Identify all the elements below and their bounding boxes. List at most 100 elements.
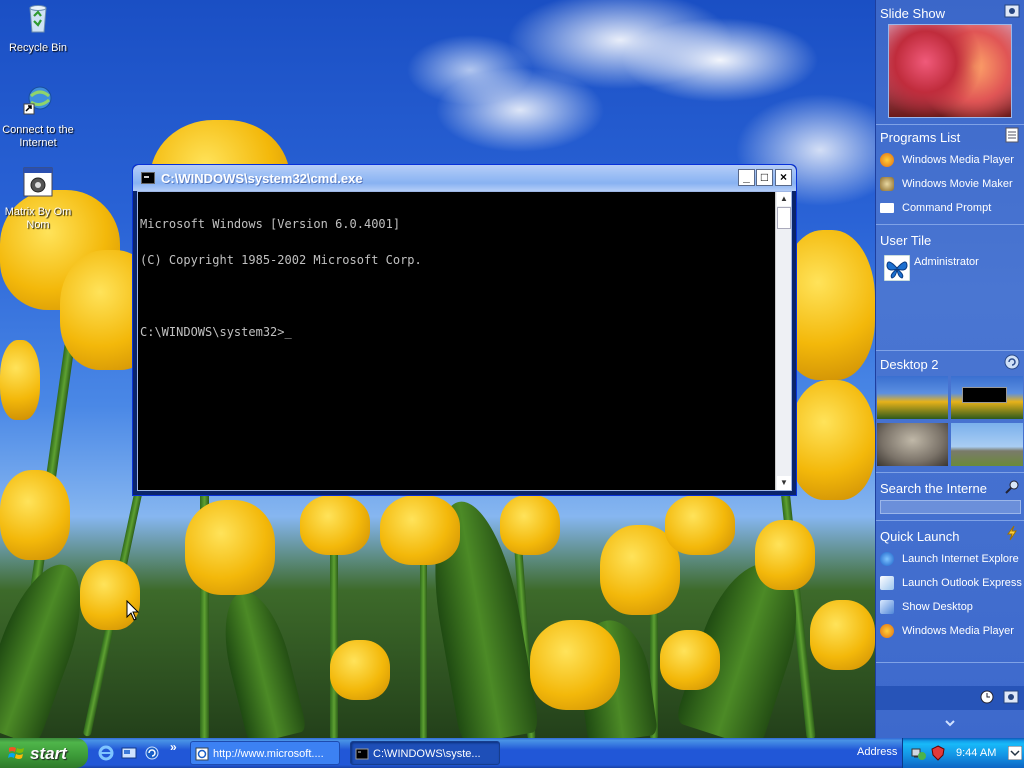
clock[interactable]: 9:44 AM xyxy=(956,747,996,759)
slideshow-image[interactable] xyxy=(888,24,1012,118)
quicklaunch-overflow-chevron[interactable]: » xyxy=(170,740,177,754)
wallpaper-tulip xyxy=(185,500,275,595)
desktop-icon-connect-internet[interactable]: Connect to the Internet xyxy=(0,84,78,150)
wallpaper-tulip xyxy=(665,495,735,555)
chevron-down-icon[interactable] xyxy=(1008,746,1022,760)
wallpaper-tulip xyxy=(380,495,460,565)
scroll-thumb[interactable] xyxy=(777,207,791,229)
taskbar-task-cmd[interactable]: C:\WINDOWS\syste... xyxy=(350,741,500,765)
desktop-switch-icon[interactable] xyxy=(1004,354,1020,370)
console-icon xyxy=(141,172,155,184)
wallpaper-tulip xyxy=(660,630,720,690)
media-player-icon xyxy=(880,624,894,639)
outlook-express-icon xyxy=(880,576,894,591)
tile-divider xyxy=(876,350,1024,351)
tile-title-search: Search the Interne xyxy=(880,481,987,496)
network-icon[interactable] xyxy=(911,745,927,761)
vertical-scrollbar[interactable]: ▲ ▼ xyxy=(775,192,791,490)
application-icon xyxy=(23,167,53,197)
wallpaper-tulip xyxy=(500,495,560,555)
show-desktop-icon xyxy=(880,600,894,615)
maximize-button[interactable]: □ xyxy=(756,169,773,186)
media-player-icon xyxy=(880,153,894,168)
desktop-thumbnail-4[interactable] xyxy=(951,423,1023,466)
close-button[interactable]: × xyxy=(775,169,792,186)
sidebar-options-icon[interactable] xyxy=(1003,689,1019,705)
console-line: Microsoft Windows [Version 6.0.4001] xyxy=(140,217,401,231)
start-button[interactable]: start xyxy=(0,738,88,768)
recycle-bin-icon xyxy=(29,5,47,33)
window-titlebar[interactable]: C:\WINDOWS\system32\cmd.exe _ □ × xyxy=(133,165,796,191)
desktop-thumbnail-1[interactable] xyxy=(877,376,948,419)
clock-icon[interactable] xyxy=(980,690,994,704)
cmd-window[interactable]: C:\WINDOWS\system32\cmd.exe _ □ × Micros… xyxy=(132,164,797,496)
console-output[interactable]: Microsoft Windows [Version 6.0.4001] (C)… xyxy=(140,194,773,488)
internet-explorer-icon xyxy=(880,552,894,567)
windows-explorer-icon[interactable] xyxy=(144,745,160,761)
windows-sidebar: Slide Show Programs List Windows Media P… xyxy=(875,0,1024,738)
taskbar: start » http://www.microsoft.... C:\WIND… xyxy=(0,738,1024,768)
scroll-down-arrow-icon[interactable]: ▼ xyxy=(777,476,791,490)
lightning-icon[interactable] xyxy=(1004,525,1020,541)
user-name[interactable]: Administrator xyxy=(914,256,979,268)
wallpaper-tulip xyxy=(300,495,370,555)
wallpaper-leaf xyxy=(212,584,308,738)
search-input[interactable] xyxy=(880,500,1021,514)
wallpaper-stem xyxy=(420,560,427,738)
search-icon[interactable] xyxy=(1004,479,1020,495)
system-tray: 9:44 AM xyxy=(902,738,1024,768)
quicklaunch-item-outlook[interactable]: Launch Outlook Express xyxy=(880,575,1022,591)
desktop-thumbnail-3[interactable] xyxy=(877,423,948,466)
mouse-cursor-icon xyxy=(126,600,140,621)
tile-title-slideshow: Slide Show xyxy=(880,6,946,21)
tile-title-programs: Programs List xyxy=(880,130,961,145)
slideshow-settings-icon[interactable] xyxy=(1004,3,1020,19)
wallpaper-tulip xyxy=(810,600,875,670)
show-desktop-icon[interactable] xyxy=(121,745,137,761)
chevron-down-icon[interactable] xyxy=(944,718,956,728)
minimize-button[interactable]: _ xyxy=(738,169,755,186)
tile-title-user: User Tile xyxy=(880,233,932,248)
quicklaunch-item-media-player[interactable]: Windows Media Player xyxy=(880,623,1014,639)
sidebar-toolbar xyxy=(876,686,1024,710)
tile-divider xyxy=(876,662,1024,663)
console-line: (C) Copyright 1985-2002 Microsoft Corp. xyxy=(140,253,422,267)
quicklaunch-item-show-desktop[interactable]: Show Desktop xyxy=(880,599,973,615)
desktop-icon-label: Connect to the Internet xyxy=(2,124,74,149)
desktop-thumbnail-2[interactable] xyxy=(951,376,1023,419)
window-title: C:\WINDOWS\system32\cmd.exe xyxy=(161,171,363,186)
desktop-icon-label: Matrix By Om Nom xyxy=(4,206,72,231)
tile-divider xyxy=(876,124,1024,125)
desktop-icon-matrix[interactable]: Matrix By Om Nom xyxy=(0,166,78,232)
list-icon[interactable] xyxy=(1004,127,1020,143)
desktop-icon-label: Recycle Bin xyxy=(8,42,68,54)
program-item-command-prompt[interactable]: Command Prompt xyxy=(880,200,991,216)
taskbar-task-browser[interactable]: http://www.microsoft.... xyxy=(190,741,340,765)
tile-title-quicklaunch: Quick Launch xyxy=(880,529,960,544)
program-item-media-player[interactable]: Windows Media Player xyxy=(880,152,1014,168)
program-item-movie-maker[interactable]: Windows Movie Maker xyxy=(880,176,1013,192)
console-icon xyxy=(355,748,369,760)
user-avatar-butterfly-icon[interactable] xyxy=(884,255,910,281)
console-area[interactable]: Microsoft Windows [Version 6.0.4001] (C)… xyxy=(137,191,792,491)
address-toolbar-label[interactable]: Address xyxy=(857,746,897,758)
windows-logo-icon xyxy=(8,747,24,759)
wallpaper-tulip xyxy=(0,340,40,420)
wallpaper-tulip xyxy=(330,640,390,700)
security-shield-icon[interactable] xyxy=(930,745,946,761)
start-label: start xyxy=(30,744,67,763)
wallpaper-tulip xyxy=(0,470,70,560)
desktop-icon-recycle-bin[interactable]: Recycle Bin xyxy=(0,2,78,55)
quicklaunch-item-ie[interactable]: Launch Internet Explore xyxy=(880,551,1019,567)
console-prompt[interactable]: C:\WINDOWS\system32>_ xyxy=(140,326,773,338)
scroll-up-arrow-icon[interactable]: ▲ xyxy=(777,192,791,206)
tile-divider xyxy=(876,224,1024,225)
browser-page-icon xyxy=(195,747,209,761)
movie-maker-icon xyxy=(880,177,894,192)
command-prompt-icon xyxy=(880,203,894,214)
internet-connect-icon xyxy=(23,86,52,115)
wallpaper-tulip xyxy=(530,620,620,710)
internet-explorer-icon[interactable] xyxy=(98,745,114,761)
thumbnail-window xyxy=(962,387,1007,403)
